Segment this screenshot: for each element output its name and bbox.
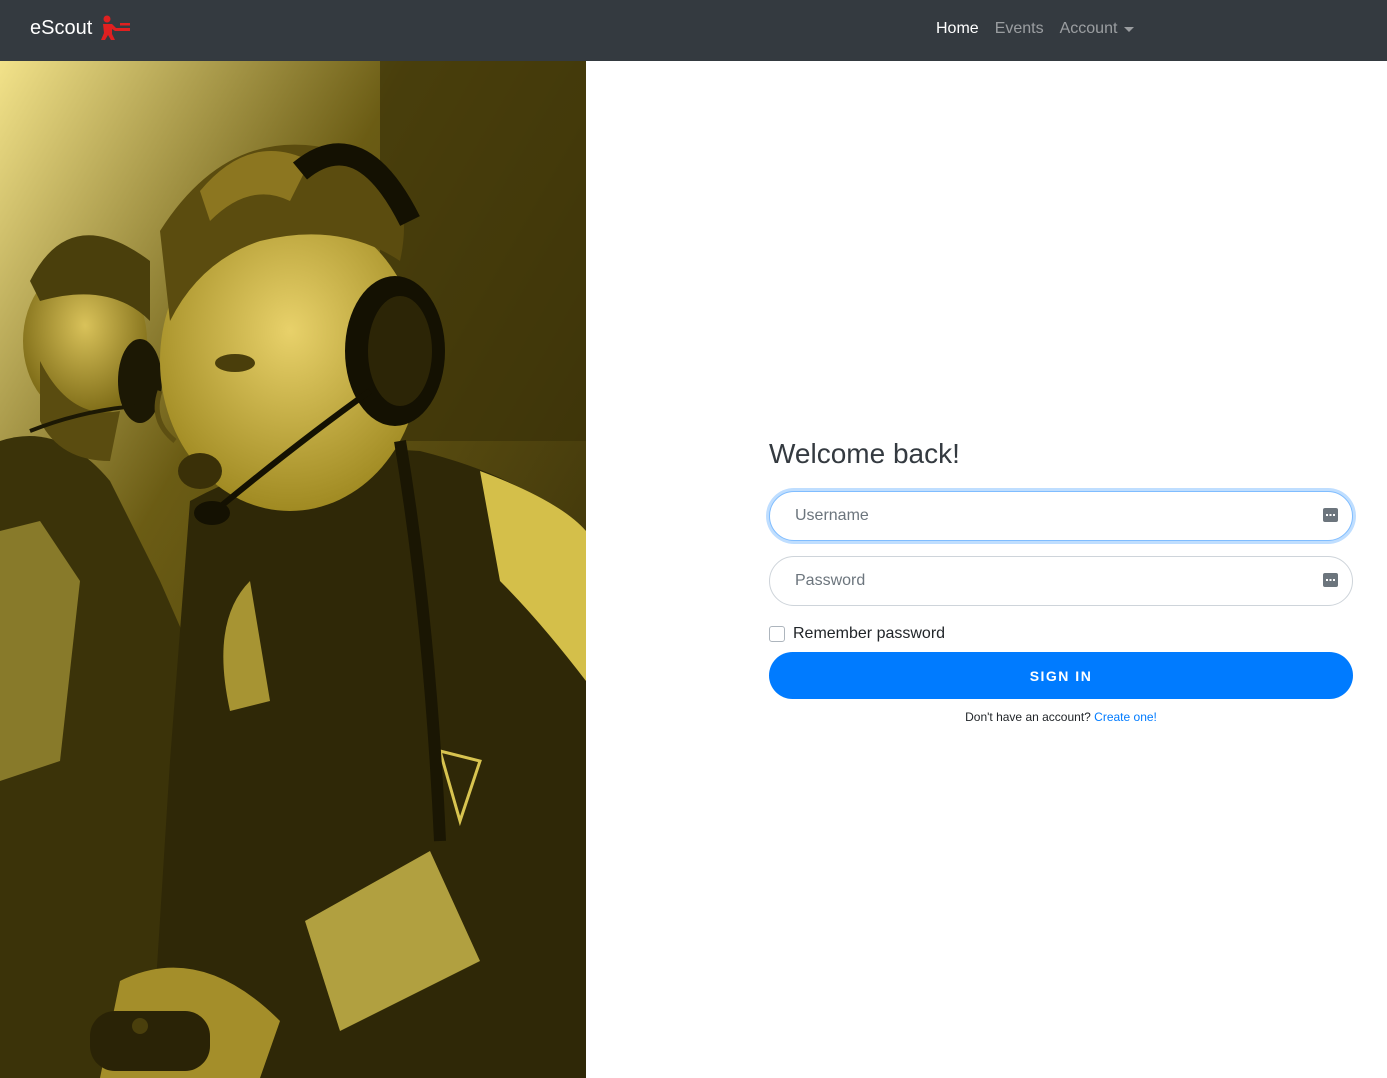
- password-field: [769, 556, 1353, 606]
- signup-prompt-text: Don't have an account?: [965, 710, 1091, 724]
- red-figure-logo-icon: [101, 15, 131, 40]
- sign-in-button[interactable]: Sign in: [769, 652, 1353, 699]
- remember-row: Remember password: [769, 623, 1353, 645]
- password-manager-icon[interactable]: [1323, 573, 1338, 587]
- remember-label[interactable]: Remember password: [793, 625, 945, 643]
- username-input[interactable]: [770, 492, 1352, 540]
- top-navbar: eScout Home Events Account: [0, 0, 1387, 61]
- signup-prompt: Don't have an account? Create one!: [769, 710, 1353, 724]
- password-input[interactable]: [770, 557, 1352, 605]
- nav-link-events[interactable]: Events: [995, 20, 1044, 38]
- login-form: Welcome back! Remember password Sign in …: [769, 436, 1353, 724]
- remember-checkbox[interactable]: [769, 626, 785, 642]
- esports-players-photo: [0, 61, 586, 1078]
- welcome-heading: Welcome back!: [769, 438, 960, 469]
- hero-image: [0, 61, 586, 1078]
- brand-link[interactable]: eScout: [30, 15, 132, 41]
- account-dropdown-label: Account: [1059, 20, 1118, 37]
- nav-links: Home Events Account: [936, 20, 1150, 38]
- brand-name: eScout: [30, 16, 93, 39]
- password-manager-icon[interactable]: [1323, 508, 1338, 522]
- caret-down-icon: [1124, 26, 1135, 32]
- nav-link-home[interactable]: Home: [936, 20, 979, 38]
- create-account-link[interactable]: Create one!: [1094, 710, 1157, 724]
- username-field: [769, 491, 1353, 541]
- account-dropdown[interactable]: Account: [1060, 20, 1135, 38]
